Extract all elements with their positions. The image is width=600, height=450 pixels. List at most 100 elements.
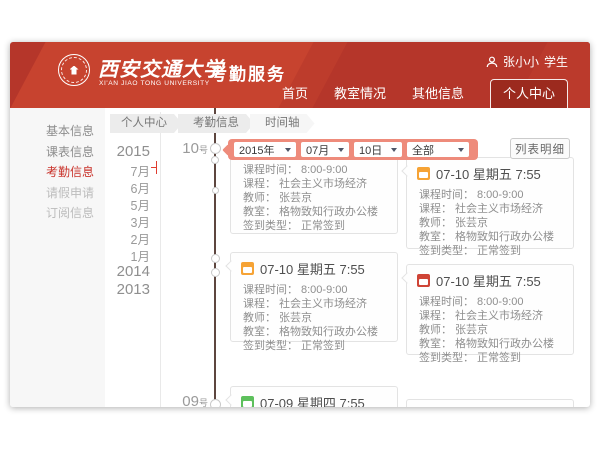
card-field-row: 课程：社会主义市场经济 xyxy=(243,297,385,311)
field-label: 教师： xyxy=(243,312,276,324)
card-field-row: 课程：社会主义市场经济 xyxy=(419,309,561,323)
field-label: 教师： xyxy=(243,192,276,204)
card-field-row: 教师：张芸京 xyxy=(243,191,385,205)
field-label: 签到类型： xyxy=(419,352,474,364)
timeline-node xyxy=(210,399,221,408)
dropdown-caret-icon xyxy=(338,148,344,152)
field-value: 8:00-9:00 xyxy=(301,284,347,296)
card-field-row: 签到类型：正常签到 xyxy=(243,339,385,353)
field-value: 正常签到 xyxy=(301,340,345,352)
sidebar-item-attendance-info[interactable]: 考勤信息 xyxy=(46,163,94,180)
timeline-node xyxy=(211,268,220,277)
field-label: 教师： xyxy=(419,324,452,336)
university-name-en: XI'AN JIAO TONG UNIVERSITY xyxy=(99,80,210,87)
calendar-status-icon xyxy=(241,262,254,275)
current-month-marker xyxy=(151,161,157,174)
card-field-row: 教师：张芸京 xyxy=(419,216,561,230)
timeline-nav-year[interactable]: 2015 xyxy=(105,143,150,160)
field-value: 正常签到 xyxy=(301,220,345,232)
breadcrumb-tab-timeline[interactable]: 时间轴 xyxy=(250,114,315,133)
field-value: 正常签到 xyxy=(477,245,521,257)
field-label: 课程： xyxy=(419,310,452,322)
field-label: 签到类型： xyxy=(243,340,298,352)
field-value: 格物致知行政办公楼 xyxy=(455,231,554,243)
sidebar-item-basic-info[interactable]: 基本信息 xyxy=(46,122,94,139)
sidebar: 基本信息 课表信息 考勤信息 请假申请 订阅信息 xyxy=(10,108,105,407)
card-field-row: 签到类型：正常签到 xyxy=(419,351,561,365)
university-name: 西安交通大学 xyxy=(98,53,224,82)
card-field-row: 教室：格物致知行政办公楼 xyxy=(243,325,385,339)
app-header: 西安交通大学 XI'AN JIAO TONG UNIVERSITY 考勤服务 张… xyxy=(10,42,590,108)
user-role: 学生 xyxy=(544,53,568,70)
app-window: 西安交通大学 XI'AN JIAO TONG UNIVERSITY 考勤服务 张… xyxy=(10,42,590,407)
attendance-card: 07-10 星期五 7:55 课程时间：8:00-9:00 课程：社会主义市场经… xyxy=(230,252,398,342)
calendar-status-icon xyxy=(417,274,430,287)
field-value: 张芸京 xyxy=(279,192,312,204)
dropdown-caret-icon xyxy=(458,148,464,152)
card-header: 07-09 星期四 7:55 xyxy=(231,387,397,407)
card-field-row: 课程：社会主义市场经济 xyxy=(243,177,385,191)
sidebar-item-leave-request[interactable]: 请假申请 xyxy=(46,184,94,201)
field-value: 8:00-9:00 xyxy=(477,296,523,308)
card-field-row: 课程时间：8:00-9:00 xyxy=(243,163,385,177)
field-label: 课程时间： xyxy=(419,189,474,201)
sidebar-item-subscription-info[interactable]: 订阅信息 xyxy=(46,204,94,221)
card-header: 07-10 星期五 7:55 xyxy=(231,253,397,280)
timeline-nav-year[interactable]: 2014 xyxy=(105,263,150,280)
filter-day-select[interactable]: 10日 xyxy=(354,142,402,157)
field-label: 课程： xyxy=(243,298,276,310)
card-field-row: 课程时间：8:00-9:00 xyxy=(419,295,561,309)
dropdown-caret-icon xyxy=(285,148,291,152)
breadcrumb-tab-personal-center[interactable]: 个人中心 xyxy=(110,114,182,133)
card-field-row: 课程：社会主义市场经济 xyxy=(419,202,561,216)
nav-item-home[interactable]: 首页 xyxy=(282,79,308,108)
day-label-10: 10号 xyxy=(168,140,208,157)
filter-year-select[interactable]: 2015年 xyxy=(234,142,296,157)
dropdown-caret-icon xyxy=(391,148,397,152)
field-value: 格物致知行政办公楼 xyxy=(279,206,378,218)
card-field-row: 教室：格物致知行政办公楼 xyxy=(419,337,561,351)
card-field-row: 课程时间：8:00-9:00 xyxy=(243,283,385,297)
nav-item-other-info[interactable]: 其他信息 xyxy=(412,79,464,108)
field-label: 课程： xyxy=(419,203,452,215)
list-detail-button[interactable]: 列表明细 xyxy=(510,138,570,159)
field-value: 社会主义市场经济 xyxy=(279,178,367,190)
sidebar-item-schedule-info[interactable]: 课表信息 xyxy=(46,143,94,160)
card-field-row: 教室：格物致知行政办公楼 xyxy=(419,230,561,244)
field-label: 课程时间： xyxy=(419,296,474,308)
card-date-title: 07-10 星期五 7:55 xyxy=(436,164,541,183)
breadcrumb-tab-attendance-info[interactable]: 考勤信息 xyxy=(178,114,254,133)
attendance-card: 07-10 星期五 7:55 课程时间：8:00-9:00 课程：社会主义市场经… xyxy=(406,264,574,355)
field-value: 8:00-9:00 xyxy=(477,189,523,201)
user-account[interactable]: 张小小 学生 xyxy=(486,53,568,70)
card-date-title: 07-10 星期五 7:55 xyxy=(260,259,365,278)
card-field-row: 签到类型：正常签到 xyxy=(243,219,385,233)
card-header: 07-10 星期五 7:55 xyxy=(407,265,573,292)
timeline-node xyxy=(211,156,219,164)
filter-type-select[interactable]: 全部 xyxy=(407,142,469,157)
card-field-row: 教师：张芸京 xyxy=(243,311,385,325)
attendance-card xyxy=(406,399,574,407)
app-title: 考勤服务 xyxy=(210,60,286,85)
field-value: 社会主义市场经济 xyxy=(455,310,543,322)
field-label: 课程时间： xyxy=(243,284,298,296)
nav-tab-personal-center[interactable]: 个人中心 xyxy=(490,79,568,108)
timeline-nav-year[interactable]: 2013 xyxy=(105,281,150,298)
timeline-node xyxy=(210,143,221,154)
field-label: 签到类型： xyxy=(419,245,474,257)
field-label: 教室： xyxy=(243,326,276,338)
nav-item-classrooms[interactable]: 教室情况 xyxy=(334,79,386,108)
card-date-title: 07-09 星期四 7:55 xyxy=(260,393,365,407)
field-value: 8:00-9:00 xyxy=(301,164,347,176)
card-field-row: 课程时间：8:00-9:00 xyxy=(419,188,561,202)
calendar-status-icon xyxy=(241,396,254,407)
field-value: 社会主义市场经济 xyxy=(455,203,543,215)
field-value: 张芸京 xyxy=(455,324,488,336)
field-label: 课程： xyxy=(243,178,276,190)
field-value: 格物致知行政办公楼 xyxy=(455,338,554,350)
university-logo-icon xyxy=(58,54,90,86)
timeline-node xyxy=(212,187,219,194)
attendance-card: 07-09 星期四 7:55 xyxy=(230,386,398,407)
card-header: 07-10 星期五 7:55 xyxy=(407,158,573,185)
filter-month-select[interactable]: 07月 xyxy=(301,142,349,157)
